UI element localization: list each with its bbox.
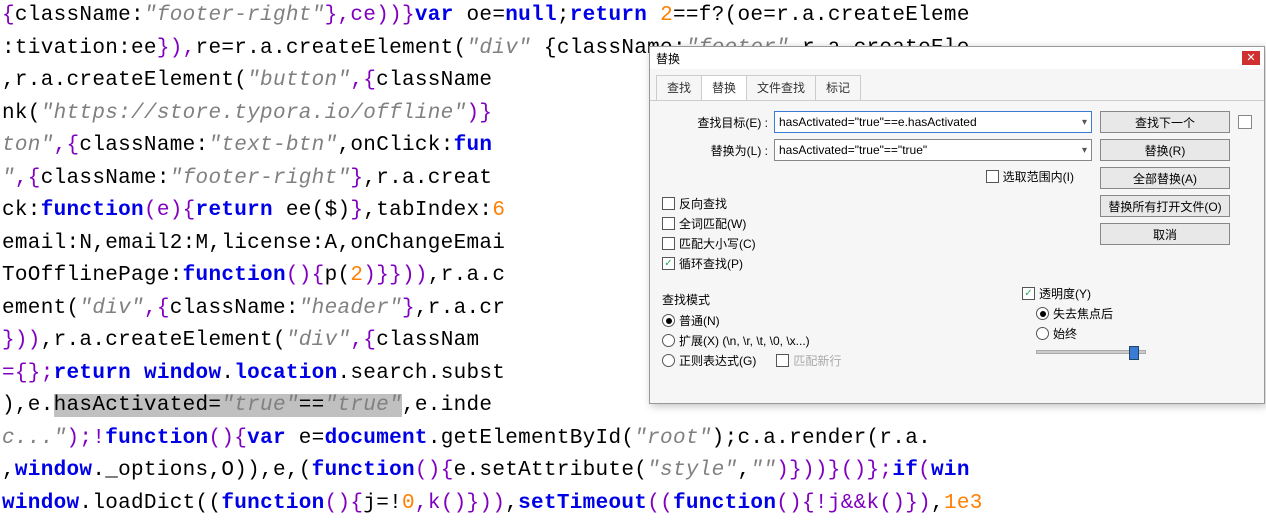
transparency-check[interactable]: ✓ 透明度(Y) [1022,285,1252,302]
replace-label: 替换为(L) : [662,142,774,159]
replace-all-button[interactable]: 全部替换(A) [1100,167,1230,189]
checkbox-icon [986,170,999,183]
wrap-check[interactable]: ✓ 循环查找(P) [662,255,1100,272]
match-case-check[interactable]: 匹配大小写(C) [662,235,1100,252]
backward-label: 反向查找 [679,195,727,212]
search-mode-title: 查找模式 [662,291,992,308]
tab-find[interactable]: 查找 [656,75,702,100]
dialog-title: 替换 [654,50,1242,67]
dialog-titlebar[interactable]: 替换 ✕ [650,47,1264,69]
replace-dialog: 替换 ✕ 查找 替换 文件查找 标记 查找目标(E) : hasActivate… [649,46,1265,404]
find-input[interactable]: hasActivated="true"==e.hasActivated ▾ [774,111,1092,133]
cancel-button[interactable]: 取消 [1100,223,1230,245]
tab-mark[interactable]: 标记 [815,75,861,100]
radio-icon [662,314,675,327]
mode-extended-label: 扩展(X) (\n, \r, \t, \0, \x...) [679,332,810,349]
transparency-slider[interactable] [1036,350,1146,354]
mode-extended-radio[interactable]: 扩展(X) (\n, \r, \t, \0, \x...) [662,332,992,349]
mode-normal-radio[interactable]: 普通(N) [662,312,992,329]
in-selection-label: 选取范围内(I) [1003,168,1074,185]
code-line: window.loadDict((function(){j=!0,k()})),… [2,488,1266,520]
replace-all-open-button[interactable]: 替换所有打开文件(O) [1100,195,1230,217]
checkbox-icon [662,237,675,250]
radio-icon [662,334,675,347]
whole-word-check[interactable]: 全词匹配(W) [662,215,1100,232]
tab-find-in-files[interactable]: 文件查找 [746,75,816,100]
dot-matches-newline-label: 匹配新行 [793,352,841,369]
checkbox-icon [662,217,675,230]
transparency-always-radio[interactable]: 始终 [1036,325,1252,342]
replace-input[interactable]: hasActivated="true"=="true" ▾ [774,139,1092,161]
checkbox-icon: ✓ [662,257,675,270]
checkbox-icon: ✓ [1022,287,1035,300]
dialog-tabs: 查找 替换 文件查找 标记 [650,69,1264,100]
close-icon: ✕ [1246,53,1255,64]
chevron-down-icon[interactable]: ▾ [1082,145,1087,156]
chevron-down-icon[interactable]: ▾ [1082,117,1087,128]
close-button[interactable]: ✕ [1242,51,1260,65]
checkbox-icon [776,354,789,367]
replace-button[interactable]: 替换(R) [1100,139,1230,161]
find-input-value: hasActivated="true"==e.hasActivated [779,115,977,129]
mode-regex-radio[interactable]: 正则表达式(G) 匹配新行 [662,352,992,369]
backward-check[interactable]: 反向查找 [662,195,1100,212]
tab-replace[interactable]: 替换 [701,75,747,100]
match-case-label: 匹配大小写(C) [679,235,756,252]
checkbox-icon [662,197,675,210]
dialog-body: 查找目标(E) : hasActivated="true"==e.hasActi… [650,100,1264,402]
transparency-focus-radio[interactable]: 失去焦点后 [1036,305,1252,322]
whole-word-label: 全词匹配(W) [679,215,746,232]
transparency-always-label: 始终 [1053,325,1077,342]
transparency-title: 透明度(Y) [1039,285,1091,302]
slider-thumb-icon[interactable] [1129,346,1139,360]
find-next-button[interactable]: 查找下一个 [1100,111,1230,133]
wrap-label: 循环查找(P) [679,255,743,272]
radio-icon [1036,327,1049,340]
code-line: {className:"footer-right"},ce))}var oe=n… [2,0,1266,33]
radio-icon [1036,307,1049,320]
mode-normal-label: 普通(N) [679,312,720,329]
in-selection-check[interactable]: 选取范围内(I) [986,168,1074,185]
code-line: ,window._options,O)),e,(function(){e.set… [2,455,1266,488]
find-label: 查找目标(E) : [662,114,774,131]
replace-input-value: hasActivated="true"=="true" [779,143,927,157]
code-line: c...");!function(){var e=document.getEle… [2,423,1266,456]
mode-regex-label: 正则表达式(G) [679,352,756,369]
transparency-focus-label: 失去焦点后 [1053,305,1113,322]
radio-icon [662,354,675,367]
alternate-check[interactable] [1238,115,1252,129]
